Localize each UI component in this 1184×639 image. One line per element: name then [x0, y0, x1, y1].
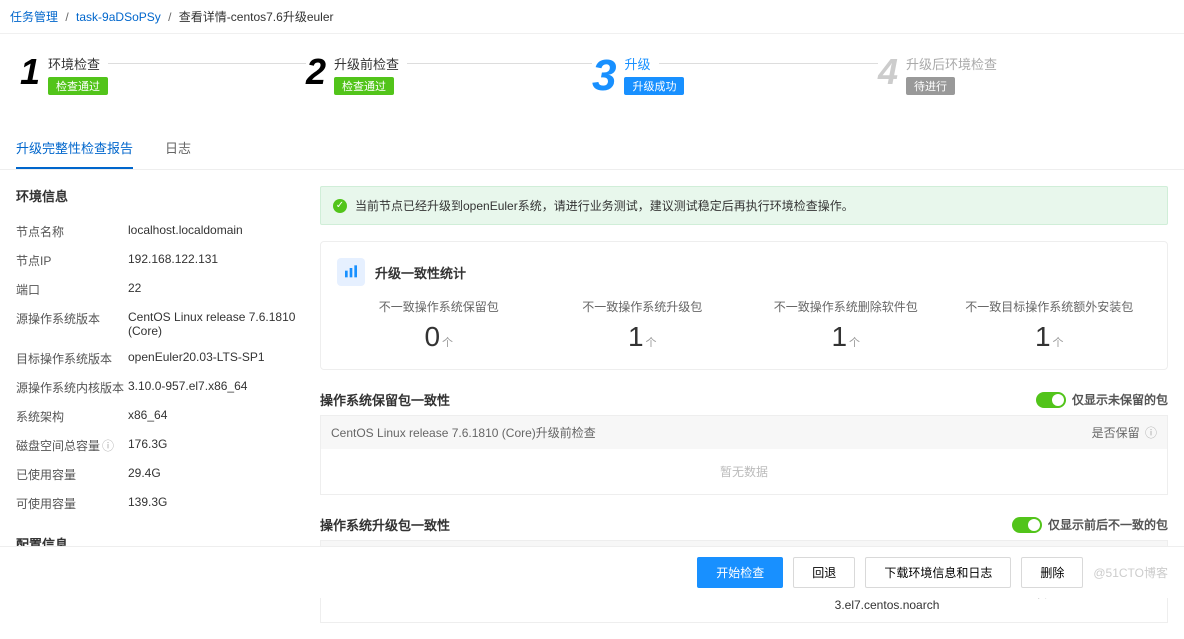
stat-col: 不一致目标操作系统额外安装包 1个	[948, 298, 1152, 353]
kv-v: openEuler20.03-LTS-SP1	[128, 350, 296, 367]
footer-bar: 开始检查 回退 下载环境信息和日志 删除 @51CTO博客	[0, 546, 1184, 598]
kv-v: 192.168.122.131	[128, 252, 296, 269]
watermark: @51CTO博客	[1093, 564, 1168, 581]
step-3: 3 升级 升级成功	[592, 54, 878, 98]
step-4: 4 升级后环境检查 待进行	[878, 54, 1164, 98]
stat-label: 不一致目标操作系统额外安装包	[948, 298, 1152, 315]
kv-k: 磁盘空间总容量ⓘ	[16, 437, 128, 454]
stats-icon	[337, 258, 365, 286]
stat-value: 1	[1035, 321, 1051, 352]
step-badge: 升级成功	[624, 77, 684, 95]
kv-k: 源操作系统版本	[16, 310, 128, 338]
kv-v: 176.3G	[128, 437, 296, 454]
breadcrumb-link-tasks[interactable]: 任务管理	[10, 10, 58, 24]
step-1: 1 环境检查 检查通过	[20, 54, 306, 98]
tabs: 升级完整性检查报告 日志	[0, 128, 1184, 170]
stat-col: 不一致操作系统保留包 0个	[337, 298, 541, 353]
step-title: 升级后环境检查	[906, 54, 997, 73]
th: CentOS Linux release 7.6.1810 (Core)升级前检…	[331, 424, 1037, 441]
kv-v: 3.10.0-957.el7.x86_64	[128, 379, 296, 396]
alert-text: 当前节点已经升级到openEuler系统，请进行业务测试，建议测试稳定后再执行环…	[355, 197, 854, 214]
env-info-title: 环境信息	[16, 186, 296, 205]
step-number: 4	[878, 54, 898, 90]
kv-k: 端口	[16, 281, 128, 298]
kv-v: 29.4G	[128, 466, 296, 483]
kv-k: 系统架构	[16, 408, 128, 425]
stat-suffix: 个	[442, 337, 453, 349]
help-icon[interactable]: ⓘ	[102, 439, 114, 453]
success-alert: ✓ 当前节点已经升级到openEuler系统，请进行业务测试，建议测试稳定后再执…	[320, 186, 1168, 225]
step-badge: 待进行	[906, 77, 955, 95]
kv-k: 节点名称	[16, 223, 128, 240]
stat-value: 0	[424, 321, 440, 352]
start-check-button[interactable]: 开始检查	[697, 557, 783, 588]
reserved-table: CentOS Linux release 7.6.1810 (Core)升级前检…	[320, 415, 1168, 495]
tab-log[interactable]: 日志	[165, 128, 191, 169]
delete-button[interactable]: 删除	[1021, 557, 1083, 588]
step-number: 3	[592, 54, 616, 98]
tab-report[interactable]: 升级完整性检查报告	[16, 128, 133, 169]
toggle-unreserved[interactable]	[1036, 392, 1066, 408]
kv-k: 已使用容量	[16, 466, 128, 483]
empty-text: 暂无数据	[321, 449, 1167, 494]
kv-v: localhost.localdomain	[128, 223, 296, 240]
step-bar: 1 环境检查 检查通过 2 升级前检查 检查通过 3 升级 升级成功 4 升级后…	[0, 34, 1184, 128]
panel-title: 操作系统升级包一致性	[320, 515, 450, 534]
stat-suffix: 个	[646, 337, 657, 349]
stat-label: 不一致操作系统删除软件包	[744, 298, 948, 315]
rollback-button[interactable]: 回退	[793, 557, 855, 588]
stat-value: 1	[628, 321, 644, 352]
step-badge: 检查通过	[48, 77, 108, 95]
step-number: 2	[306, 54, 326, 90]
stat-suffix: 个	[849, 337, 860, 349]
kv-k: 可使用容量	[16, 495, 128, 512]
stat-suffix: 个	[1053, 337, 1064, 349]
kv-k: 源操作系统内核版本	[16, 379, 128, 396]
step-title: 升级前检查	[334, 54, 399, 73]
kv-k: 节点IP	[16, 252, 128, 269]
kv-v: 139.3G	[128, 495, 296, 512]
panel-title: 操作系统保留包一致性	[320, 390, 450, 409]
stats-title: 升级一致性统计	[375, 263, 466, 282]
toggle-inconsistent[interactable]	[1012, 517, 1042, 533]
stat-label: 不一致操作系统保留包	[337, 298, 541, 315]
toggle-label: 仅显示未保留的包	[1072, 391, 1168, 408]
download-button[interactable]: 下载环境信息和日志	[865, 557, 1011, 588]
step-2: 2 升级前检查 检查通过	[306, 54, 592, 98]
stat-col: 不一致操作系统删除软件包 1个	[744, 298, 948, 353]
stat-col: 不一致操作系统升级包 1个	[541, 298, 745, 353]
check-icon: ✓	[333, 199, 347, 213]
help-icon[interactable]: ⓘ	[1145, 426, 1157, 440]
kv-v: 22	[128, 281, 296, 298]
stat-label: 不一致操作系统升级包	[541, 298, 745, 315]
th: 是否保留 ⓘ	[1037, 424, 1157, 441]
kv-v: CentOS Linux release 7.6.1810 (Core)	[128, 310, 296, 338]
breadcrumb: 任务管理 / task-9aDSoPSy / 查看详情-centos7.6升级e…	[0, 0, 1184, 34]
stat-value: 1	[831, 321, 847, 352]
stats-card: 升级一致性统计 不一致操作系统保留包 0个 不一致操作系统升级包 1个 不一致操…	[320, 241, 1168, 370]
kv-k: 目标操作系统版本	[16, 350, 128, 367]
toggle-label: 仅显示前后不一致的包	[1048, 516, 1168, 533]
breadcrumb-current: 查看详情-centos7.6升级euler	[179, 10, 334, 24]
step-title: 升级	[624, 54, 650, 73]
kv-v: x86_64	[128, 408, 296, 425]
step-number: 1	[20, 54, 40, 90]
step-badge: 检查通过	[334, 77, 394, 95]
step-title: 环境检查	[48, 54, 100, 73]
breadcrumb-link-task[interactable]: task-9aDSoPSy	[76, 10, 161, 24]
